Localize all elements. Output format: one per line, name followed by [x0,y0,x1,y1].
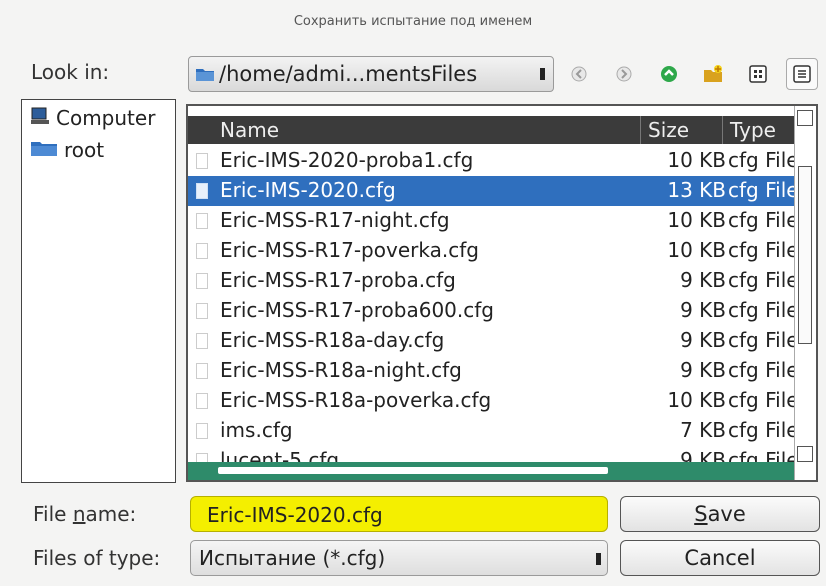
file-icon [196,273,208,289]
column-header-type[interactable]: Type [730,118,776,142]
file-icon [196,363,208,379]
file-size-cell: 10 KB [667,238,726,262]
sidebar: Computer root [21,99,176,483]
file-row[interactable]: Eric-MSS-R17-proba.cfg 9 KB cfg File [188,266,794,296]
file-name-input[interactable] [205,500,599,530]
file-name-field[interactable] [190,496,608,532]
files-of-type-combo[interactable]: Испытание (*.cfg) [190,540,608,576]
file-name-cell: ims.cfg [220,418,293,442]
computer-icon [30,106,50,130]
file-icon [196,303,208,319]
sidebar-item-label: root [64,138,105,162]
file-row[interactable]: ims.cfg 7 KB cfg File [188,416,794,446]
scroll-up-icon[interactable] [797,110,813,126]
sidebar-item-root[interactable]: root [30,138,104,162]
file-size-cell: 10 KB [667,208,726,232]
horizontal-scrollbar[interactable] [188,462,794,480]
file-row[interactable]: Eric-MSS-R17-poverka.cfg 10 KB cfg File [188,236,794,266]
file-icon [196,393,208,409]
sidebar-item-computer[interactable]: Computer [30,106,155,130]
file-row[interactable]: Eric-MSS-R17-proba600.cfg 9 KB cfg File [188,296,794,326]
scrollbar-thumb[interactable] [798,166,812,344]
file-icon [196,213,208,229]
file-icon [196,333,208,349]
cancel-button[interactable]: Cancel [620,540,820,576]
file-name-cell: Eric-MSS-R18a-day.cfg [220,328,445,352]
file-row[interactable]: Eric-MSS-R18a-day.cfg 9 KB cfg File [188,326,794,356]
file-name-cell: Eric-MSS-R17-proba.cfg [220,268,456,292]
save-button[interactable]: Save [620,496,820,532]
file-type-cell: cfg File [728,388,794,412]
file-row[interactable]: Eric-IMS-2020.cfg 13 KB cfg File [188,176,794,206]
file-size-cell: 9 KB [680,268,726,292]
scroll-down-icon[interactable] [797,446,813,462]
look-in-combo[interactable]: /home/admi...mentsFiles [188,56,554,92]
file-row[interactable]: Eric-IMS-2020-proba1.cfg 10 KB cfg File [188,146,794,176]
file-icon [196,423,208,439]
files-of-type-label: Files of type: [33,546,161,570]
file-icon [196,153,208,169]
file-type-cell: cfg File [728,328,794,352]
hscroll-thumb[interactable] [218,467,608,474]
file-list[interactable]: Name Size Type Eric-IMS-2020-proba1.cfg 1… [186,104,818,482]
file-type-cell: cfg File [728,268,794,292]
vertical-scrollbar[interactable] [794,106,816,480]
file-type-cell: cfg File [728,358,794,382]
file-icon [196,243,208,259]
forward-icon[interactable] [612,62,636,86]
file-type-cell: cfg File [728,178,794,202]
dropdown-arrow-icon [540,68,545,80]
file-name-cell: Eric-MSS-R18a-poverka.cfg [220,388,492,412]
file-row[interactable]: Eric-MSS-R17-night.cfg 10 KB cfg File [188,206,794,236]
column-header-size[interactable]: Size [648,118,689,142]
dropdown-arrow-icon [596,553,601,565]
file-type-cell: cfg File [728,238,794,262]
file-type-cell: cfg File [728,208,794,232]
file-type-cell: cfg File [728,148,794,172]
parent-dir-icon[interactable] [657,62,681,86]
file-size-cell: 7 KB [680,418,726,442]
file-name-cell: Eric-MSS-R18a-night.cfg [220,358,462,382]
folder-icon [195,66,215,86]
file-size-cell: 9 KB [680,328,726,352]
file-icon [196,183,208,199]
file-name-cell: Eric-MSS-R17-night.cfg [220,208,450,232]
sidebar-item-label: Computer [56,106,156,130]
file-size-cell: 9 KB [680,358,726,382]
folder-icon [30,138,58,162]
file-name-cell: Eric-MSS-R17-poverka.cfg [220,238,479,262]
file-list-header: Name Size Type [188,116,794,144]
file-size-cell: 13 KB [667,178,726,202]
list-view-icon[interactable] [746,62,770,86]
look-in-path: /home/admi...mentsFiles [219,62,478,86]
column-header-name[interactable]: Name [220,118,279,142]
dialog-title: Сохранить испытание под именем [293,14,533,29]
file-name-cell: Eric-MSS-R17-proba600.cfg [220,298,494,322]
back-icon[interactable] [567,62,591,86]
files-of-type-value: Испытание (*.cfg) [199,546,386,570]
file-type-cell: cfg File [728,418,794,442]
file-type-cell: cfg File [728,298,794,322]
detail-view-icon[interactable] [786,58,818,90]
file-size-cell: 10 KB [667,388,726,412]
file-name-cell: Eric-IMS-2020-proba1.cfg [220,148,474,172]
file-row[interactable]: Eric-MSS-R18a-poverka.cfg 10 KB cfg File [188,386,794,416]
file-name-cell: Eric-IMS-2020.cfg [220,178,396,202]
new-folder-icon[interactable] [701,62,725,86]
file-size-cell: 10 KB [667,148,726,172]
file-size-cell: 9 KB [680,298,726,322]
look-in-label: Look in: [31,60,110,84]
file-row[interactable]: Eric-MSS-R18a-night.cfg 9 KB cfg File [188,356,794,386]
file-name-label: File name: [33,502,137,526]
